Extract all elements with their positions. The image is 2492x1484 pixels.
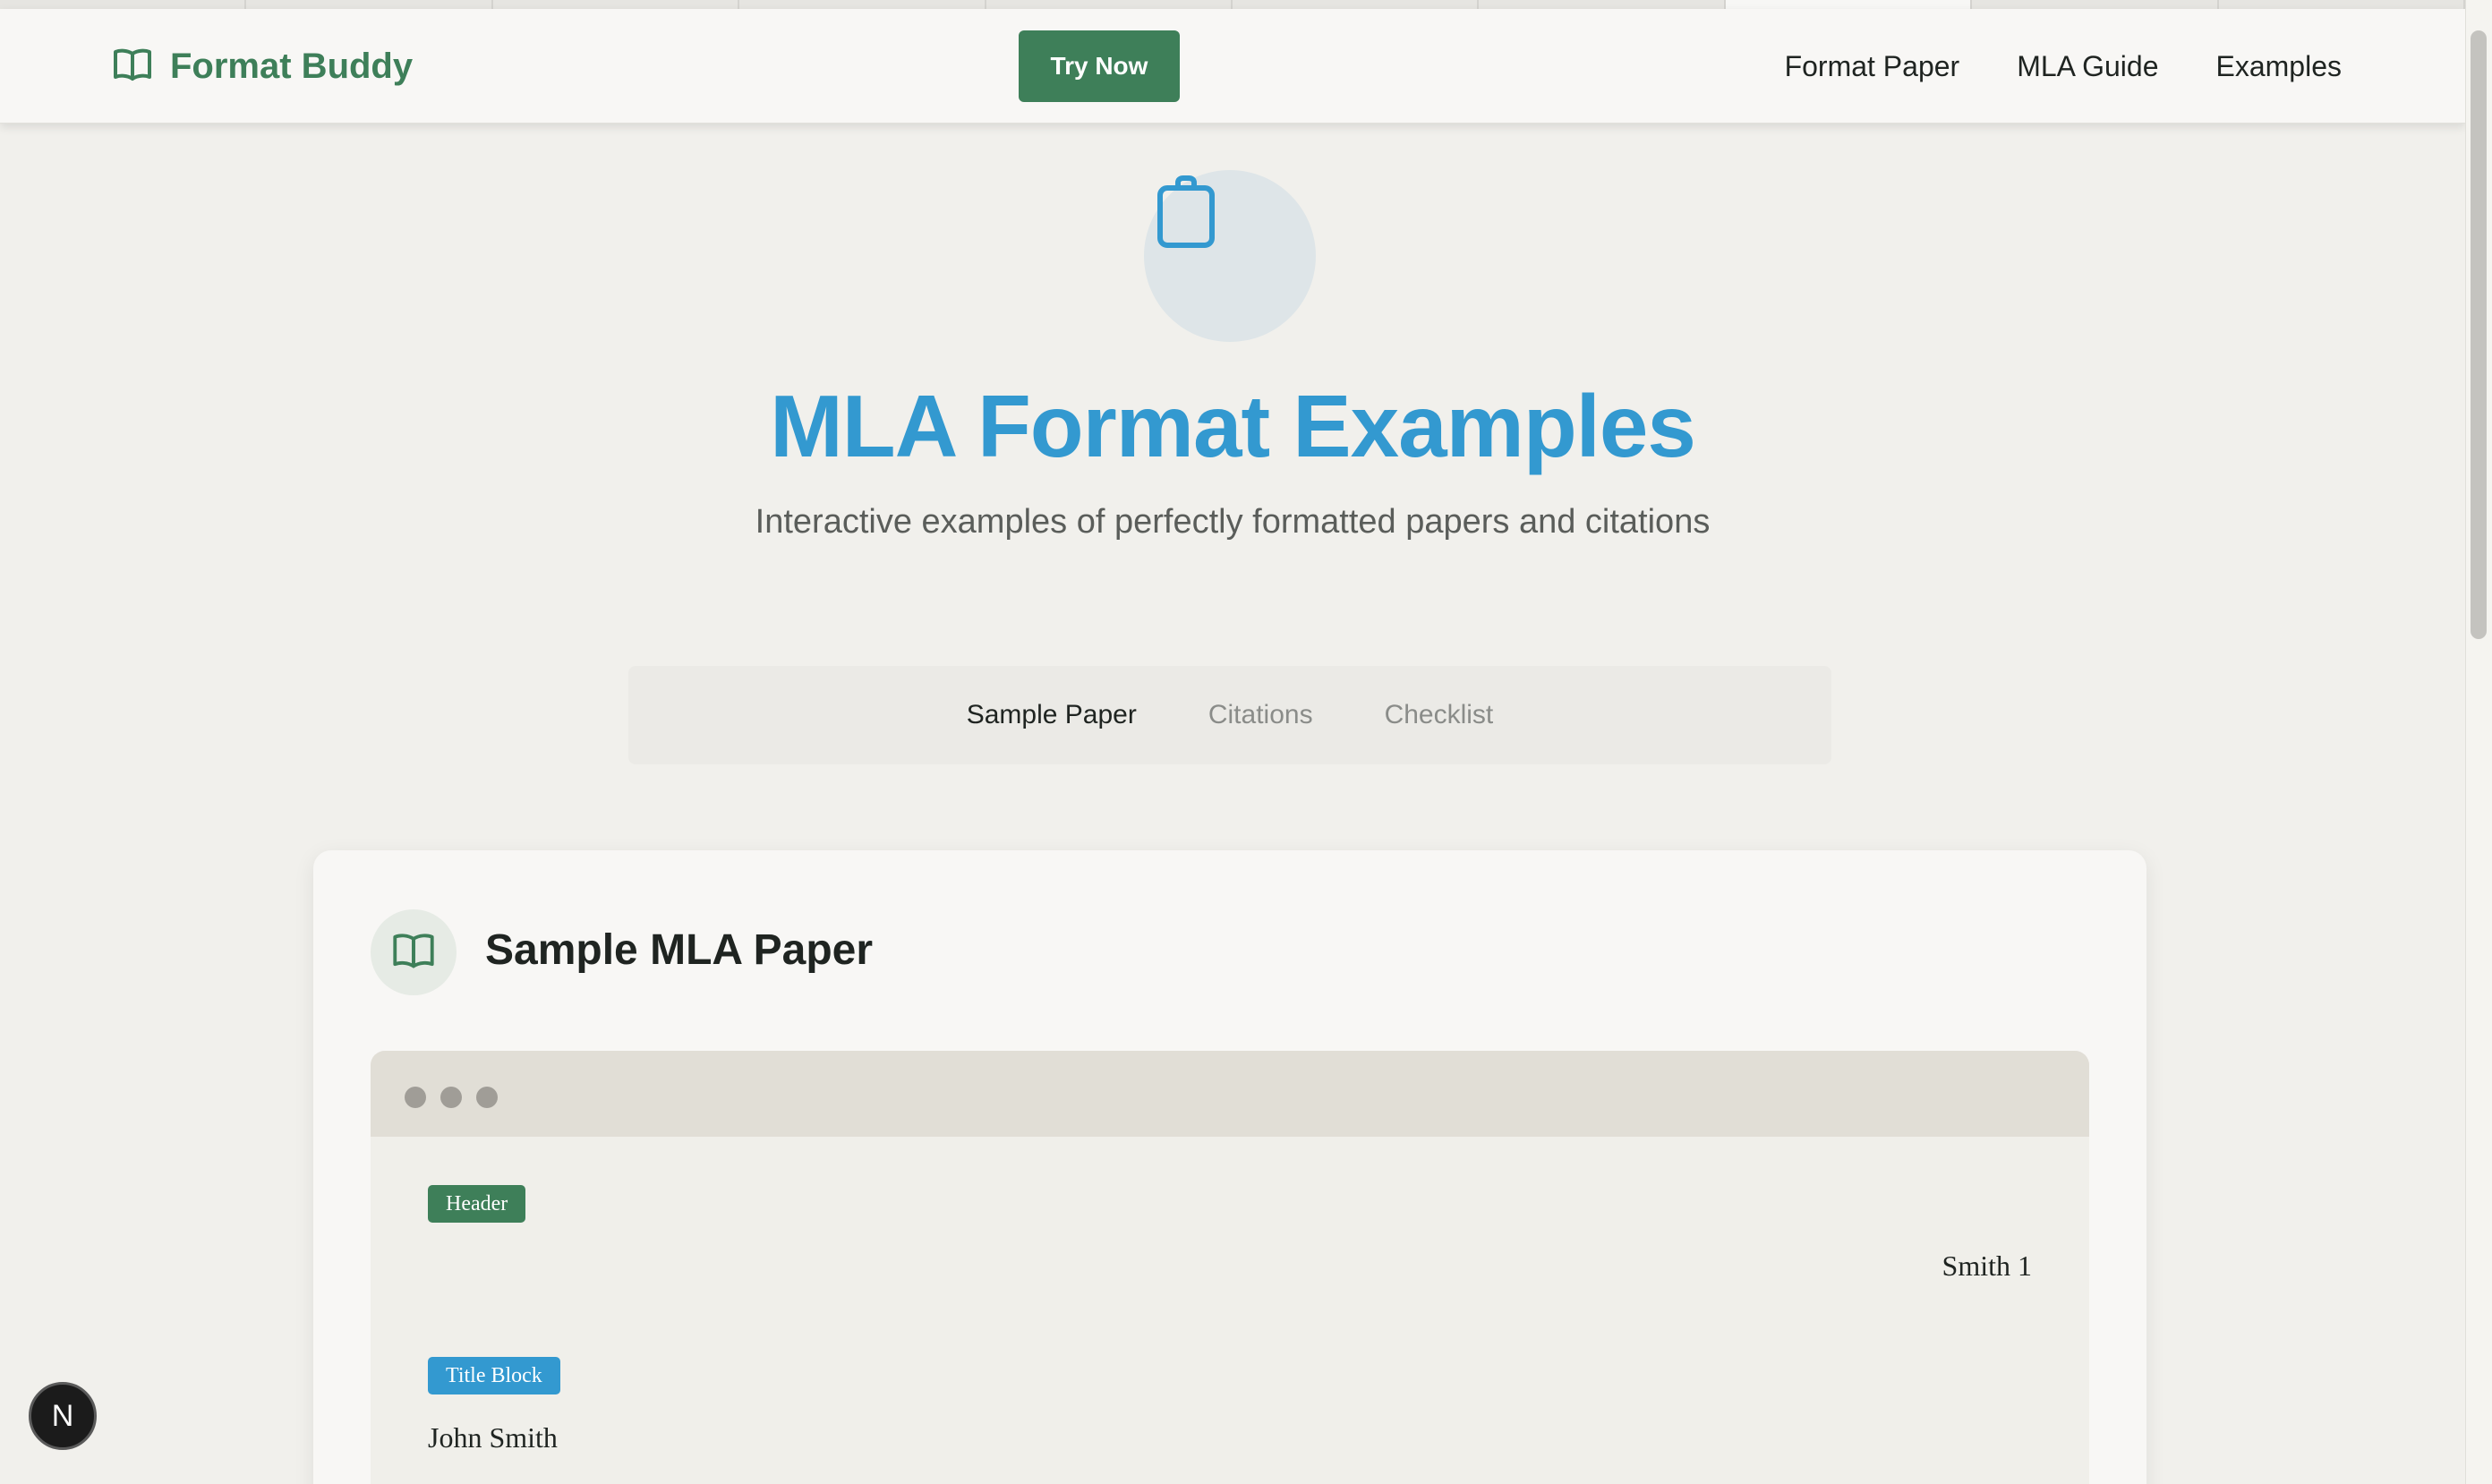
brand-logo-link[interactable]: Format Buddy xyxy=(113,9,413,124)
brand-name: Format Buddy xyxy=(170,46,414,86)
browser-tab[interactable] xyxy=(2219,0,2466,9)
browser-tab[interactable] xyxy=(493,0,740,9)
open-book-icon xyxy=(392,931,435,975)
nav-links: Format Paper MLA Guide Examples xyxy=(1785,9,2342,124)
try-now-button[interactable]: Try Now xyxy=(1019,30,1180,102)
running-head: Smith 1 xyxy=(1942,1249,2032,1282)
tab-checklist[interactable]: Checklist xyxy=(1385,700,1494,730)
open-book-icon xyxy=(113,47,152,87)
browser-tab-strip xyxy=(0,0,2466,9)
author-name: John Smith xyxy=(428,1421,558,1454)
paper-preview-titlebar xyxy=(371,1051,2089,1137)
window-dot xyxy=(476,1087,498,1108)
browser-tab[interactable] xyxy=(1233,0,1480,9)
tab-sample-paper[interactable]: Sample Paper xyxy=(967,700,1137,730)
window-dot xyxy=(440,1087,462,1108)
browser-tab[interactable] xyxy=(1972,0,2219,9)
browser-tab[interactable] xyxy=(0,0,247,9)
browser-tab[interactable] xyxy=(739,0,986,9)
page-title: MLA Format Examples xyxy=(770,377,1696,475)
example-tabs: Sample Paper Citations Checklist xyxy=(628,666,1831,764)
browser-tab[interactable] xyxy=(986,0,1233,9)
clipboard-icon xyxy=(1156,175,1221,255)
card-title: Sample MLA Paper xyxy=(485,926,874,974)
nav-link-format-paper[interactable]: Format Paper xyxy=(1785,50,1960,83)
tab-citations[interactable]: Citations xyxy=(1208,700,1313,730)
browser-tab-active[interactable] xyxy=(1725,0,1973,9)
page-subtitle: Interactive examples of perfectly format… xyxy=(755,503,1711,541)
floating-n-button[interactable]: N xyxy=(29,1382,97,1450)
browser-tab[interactable] xyxy=(246,0,493,9)
page-scrollbar-thumb[interactable] xyxy=(2471,30,2487,639)
nav-link-mla-guide[interactable]: MLA Guide xyxy=(2017,50,2158,83)
nav-link-examples[interactable]: Examples xyxy=(2216,50,2343,83)
title-block-badge: Title Block xyxy=(428,1357,560,1394)
header-badge: Header xyxy=(428,1185,526,1223)
window-dot xyxy=(405,1087,426,1108)
top-navbar: Format Buddy Try Now Format Paper MLA Gu… xyxy=(0,9,2465,124)
browser-tab[interactable] xyxy=(1479,0,1726,9)
